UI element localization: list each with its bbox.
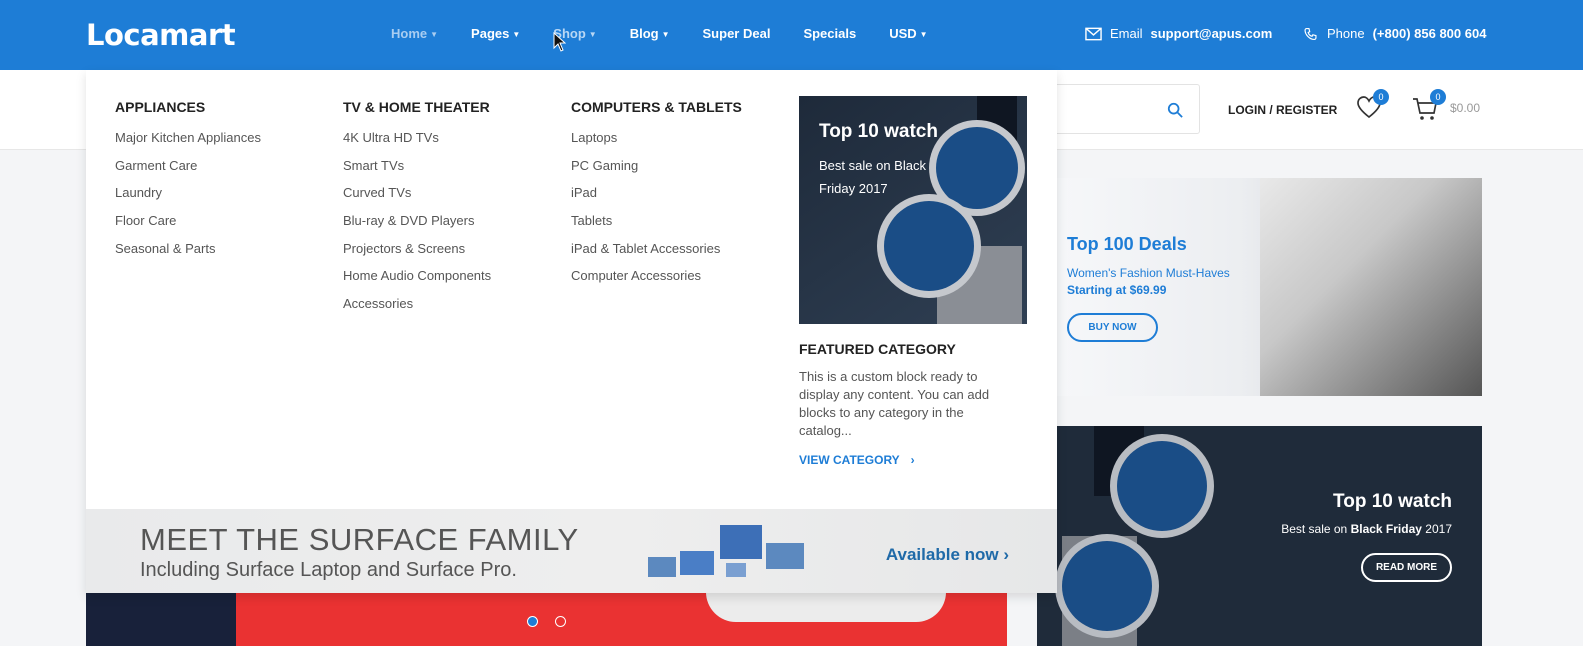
- menu-link[interactable]: Curved TVs: [343, 185, 491, 213]
- nav-super-deal[interactable]: Super Deal: [703, 26, 771, 41]
- view-category-link[interactable]: VIEW CATEGORY ›: [799, 453, 915, 467]
- menu-column-computers-tablets: COMPUTERS & TABLETS Laptops PC Gaming iP…: [571, 70, 742, 296]
- promo-subtitle-prefix: Best sale on: [1281, 522, 1348, 536]
- nav-home-label: Home: [391, 26, 428, 41]
- email-label: Email: [1110, 26, 1143, 41]
- cart-total: $0.00: [1450, 101, 1481, 115]
- chevron-down-icon: ▼: [588, 30, 597, 39]
- slider-image-left: [86, 592, 236, 646]
- chevron-down-icon: ▼: [919, 30, 928, 39]
- menu-link[interactable]: Blu-ray & DVD Players: [343, 213, 491, 241]
- chevron-right-icon: ›: [910, 453, 915, 467]
- search-icon[interactable]: [1167, 102, 1183, 118]
- column-title: TV & HOME THEATER: [343, 99, 490, 115]
- nav-specials[interactable]: Specials: [803, 26, 856, 41]
- surface-banner[interactable]: MEET THE SURFACE FAMILY Including Surfac…: [86, 509, 1057, 593]
- menu-link[interactable]: PC Gaming: [571, 158, 742, 186]
- currency-label: USD: [889, 26, 917, 41]
- promo-subtitle: Best sale on Black Friday 2017: [1281, 522, 1452, 536]
- promo-subtitle-suffix: 2017: [1425, 522, 1452, 536]
- menu-column-appliances: APPLIANCES Major Kitchen Appliances Garm…: [115, 70, 261, 268]
- surface-devices-image: [648, 525, 804, 577]
- featured-image-subtitle: Best sale on Black Friday 2017: [819, 158, 926, 196]
- phone-contact[interactable]: Phone (+800) 856 800 604: [1302, 26, 1486, 41]
- hero-slider[interactable]: [86, 592, 1007, 646]
- menu-link[interactable]: Floor Care: [115, 213, 261, 241]
- promo-subtitle: Women's Fashion Must-Haves: [1067, 266, 1230, 280]
- menu-link[interactable]: Computer Accessories: [571, 268, 742, 296]
- menu-link[interactable]: Home Audio Components: [343, 268, 491, 296]
- menu-link[interactable]: Accessories: [343, 296, 491, 324]
- phone-label: Phone: [1327, 26, 1365, 41]
- cart-count-badge: 0: [1430, 89, 1446, 105]
- promo-title: Top 10 watch: [1333, 491, 1452, 512]
- slider-dot-1[interactable]: [527, 616, 538, 627]
- slider-product-image: [706, 592, 946, 622]
- chevron-down-icon: ▼: [512, 30, 521, 39]
- surface-subline: Including Surface Laptop and Surface Pro…: [140, 559, 517, 581]
- top-navigation-bar: Locamart Home ▼ Pages ▼ Shop ▼ Blog ▼ Super …: [0, 0, 1583, 70]
- login-register-link[interactable]: LOGIN / REGISTER: [1228, 103, 1337, 117]
- email-address: support@apus.com: [1150, 26, 1273, 41]
- watch-banner[interactable]: Top 10 watch Best sale on Black Friday 2…: [1037, 426, 1482, 646]
- featured-category-image[interactable]: Top 10 watch Best sale on Black Friday 2…: [799, 96, 1027, 324]
- nav-blog[interactable]: Blog ▼: [630, 26, 670, 41]
- nav-blog-label: Blog: [629, 26, 659, 41]
- main-nav: Home ▼ Pages ▼ Shop ▼ Blog ▼ Super Deal Spec…: [391, 26, 961, 41]
- menu-link[interactable]: Tablets: [571, 213, 742, 241]
- menu-link[interactable]: Seasonal & Parts: [115, 241, 261, 269]
- view-category-label: VIEW CATEGORY: [799, 453, 900, 467]
- menu-column-tv-home-theater: TV & HOME THEATER 4K Ultra HD TVs Smart …: [343, 70, 491, 324]
- column-title: COMPUTERS & TABLETS: [571, 99, 742, 115]
- buy-now-button[interactable]: BUY NOW: [1067, 313, 1158, 342]
- mouse-pointer-icon: [553, 32, 566, 52]
- read-more-button[interactable]: READ MORE: [1361, 553, 1452, 582]
- featured-image-title: Top 10 watch: [819, 121, 938, 142]
- shop-mega-menu: APPLIANCES Major Kitchen Appliances Garm…: [86, 70, 1057, 593]
- column-title: APPLIANCES: [115, 99, 206, 115]
- currency-selector[interactable]: USD ▼: [889, 26, 927, 41]
- watch-image: [1055, 426, 1214, 646]
- featured-category-text: This is a custom block ready to display …: [799, 369, 990, 438]
- menu-link[interactable]: Garment Care: [115, 158, 261, 186]
- menu-link[interactable]: Smart TVs: [343, 158, 491, 186]
- site-logo[interactable]: Locamart: [86, 18, 236, 52]
- menu-link[interactable]: Laundry: [115, 185, 261, 213]
- featured-category-heading: FEATURED CATEGORY: [799, 341, 956, 357]
- menu-link[interactable]: Laptops: [571, 130, 742, 158]
- promo-price: Starting at $69.99: [1067, 283, 1167, 297]
- menu-link[interactable]: Major Kitchen Appliances: [115, 130, 261, 158]
- nav-super-deal-label: Super Deal: [702, 26, 771, 41]
- menu-link[interactable]: 4K Ultra HD TVs: [343, 130, 491, 158]
- nav-home[interactable]: Home ▼: [391, 26, 438, 41]
- surface-cta[interactable]: Available now ›: [886, 545, 1009, 565]
- email-contact[interactable]: Email support@apus.com: [1085, 26, 1272, 41]
- surface-headline: MEET THE SURFACE FAMILY: [140, 522, 579, 557]
- nav-pages-label: Pages: [471, 26, 510, 41]
- phone-icon: [1304, 27, 1317, 40]
- fashion-model-image: [1260, 178, 1482, 396]
- menu-link[interactable]: iPad & Tablet Accessories: [571, 241, 742, 269]
- chevron-down-icon: ▼: [661, 30, 670, 39]
- promo-subtitle-bold: Black Friday: [1350, 522, 1422, 536]
- chevron-down-icon: ▼: [430, 30, 439, 39]
- slider-dot-2[interactable]: [555, 616, 566, 627]
- menu-link[interactable]: Projectors & Screens: [343, 241, 491, 269]
- mail-icon: [1085, 27, 1102, 40]
- nav-pages[interactable]: Pages ▼: [471, 26, 520, 41]
- promo-title: Top 100 Deals: [1067, 234, 1187, 254]
- wishlist-count-badge: 0: [1373, 89, 1389, 105]
- menu-link[interactable]: iPad: [571, 185, 742, 213]
- womens-fashion-banner[interactable]: Top 100 Deals Women's Fashion Must-Haves…: [1040, 178, 1482, 396]
- phone-number: (+800) 856 800 604: [1372, 26, 1487, 41]
- nav-specials-label: Specials: [803, 26, 857, 41]
